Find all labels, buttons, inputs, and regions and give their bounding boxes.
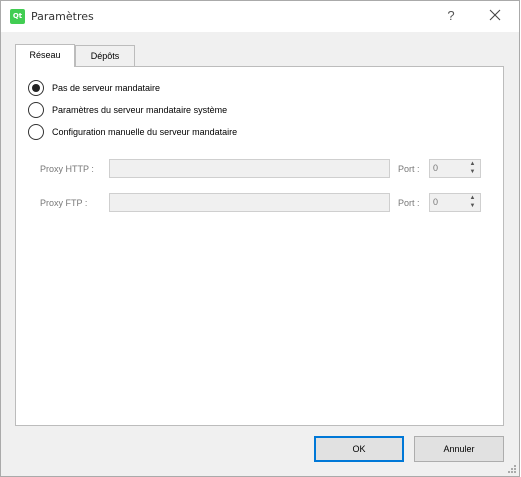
ftp-port-label: Port : <box>398 198 420 208</box>
cancel-button[interactable]: Annuler <box>414 436 504 462</box>
tab-network[interactable]: Réseau <box>15 44 75 67</box>
radio-no-proxy[interactable]: Pas de serveur mandataire <box>28 79 160 96</box>
tab-repositories[interactable]: Dépôts <box>75 45 135 66</box>
arrow-up-icon[interactable]: ▲ <box>466 195 479 202</box>
arrow-down-icon[interactable]: ▼ <box>466 169 479 176</box>
window-title: Paramètres <box>31 10 94 23</box>
spin-buttons: ▲ ▼ <box>466 161 479 176</box>
radio-button[interactable] <box>28 79 44 96</box>
radio-label: Configuration manuelle du serveur mandat… <box>52 126 238 137</box>
arrow-up-icon[interactable]: ▲ <box>466 161 479 168</box>
title-bar: Qt Paramètres ? <box>1 1 519 32</box>
spin-buttons: ▲ ▼ <box>466 195 479 210</box>
http-port-spinbox[interactable]: 0 ▲ ▼ <box>429 159 481 178</box>
settings-dialog: Qt Paramètres ? Réseau Dépôts Pas de ser… <box>0 0 520 477</box>
spin-value: 0 <box>433 163 439 173</box>
ok-button[interactable]: OK <box>314 436 404 462</box>
proxy-ftp-input[interactable] <box>109 193 390 212</box>
proxy-http-label: Proxy HTTP : <box>40 164 94 174</box>
ftp-port-spinbox[interactable]: 0 ▲ ▼ <box>429 193 481 212</box>
close-icon <box>489 9 501 21</box>
help-button[interactable]: ? <box>439 4 463 28</box>
resize-grip-icon[interactable] <box>507 464 517 474</box>
radio-label: Pas de serveur mandataire <box>52 82 161 93</box>
radio-manual-proxy[interactable]: Configuration manuelle du serveur mandat… <box>28 123 237 140</box>
proxy-ftp-label: Proxy FTP : <box>40 198 88 208</box>
radio-button[interactable] <box>28 101 44 118</box>
http-port-label: Port : <box>398 164 420 174</box>
radio-label: Paramètres du serveur mandataire système <box>52 104 228 115</box>
proxy-http-input[interactable] <box>109 159 390 178</box>
network-tab-panel: Pas de serveur mandataire Paramètres du … <box>15 66 504 426</box>
radio-button[interactable] <box>28 123 44 140</box>
close-button[interactable] <box>482 4 508 28</box>
radio-system-proxy[interactable]: Paramètres du serveur mandataire système <box>28 101 227 118</box>
spin-value: 0 <box>433 197 439 207</box>
qt-logo-icon: Qt <box>10 9 25 24</box>
arrow-down-icon[interactable]: ▼ <box>466 203 479 210</box>
